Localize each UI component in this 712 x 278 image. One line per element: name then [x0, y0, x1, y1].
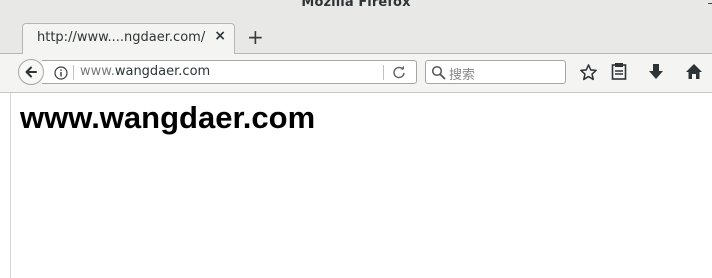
url-separator — [73, 65, 74, 80]
tab-title: http://www....ngdaer.com/ — [37, 30, 206, 45]
reload-separator — [383, 65, 384, 80]
info-icon[interactable] — [54, 66, 68, 80]
url-text[interactable]: www.wangdaer.com — [80, 64, 210, 79]
bookmark-star-icon[interactable] — [579, 63, 598, 82]
url-bar[interactable]: www.wangdaer.com — [42, 60, 417, 84]
window-titlebar: Mozilla Firefox – — [0, 0, 712, 13]
window-close-button[interactable]: – — [708, 0, 712, 11]
tab-close-icon[interactable]: × — [214, 28, 226, 44]
url-prefix: www. — [80, 64, 115, 79]
url-domain: wangdaer.com — [114, 64, 211, 79]
tab-strip: http://www....ngdaer.com/ × + — [0, 13, 712, 54]
back-arrow-icon — [25, 66, 37, 78]
reading-list-icon[interactable] — [611, 63, 627, 81]
browser-tab[interactable]: http://www....ngdaer.com/ × — [22, 23, 235, 54]
window-title: Mozilla Firefox — [301, 0, 411, 10]
search-bar[interactable]: 搜索 — [425, 60, 566, 84]
page-content: www.wangdaer.com — [0, 93, 712, 278]
content-divider — [10, 93, 11, 278]
new-tab-button[interactable]: + — [247, 27, 264, 47]
navigation-toolbar: www.wangdaer.com 搜索 — [0, 54, 712, 93]
back-button[interactable] — [18, 59, 44, 85]
reload-icon[interactable] — [392, 65, 406, 79]
search-placeholder: 搜索 — [449, 68, 476, 83]
home-icon[interactable] — [685, 63, 703, 81]
search-icon[interactable] — [431, 65, 446, 80]
downloads-icon[interactable] — [648, 63, 664, 81]
page-heading: www.wangdaer.com — [20, 100, 316, 135]
